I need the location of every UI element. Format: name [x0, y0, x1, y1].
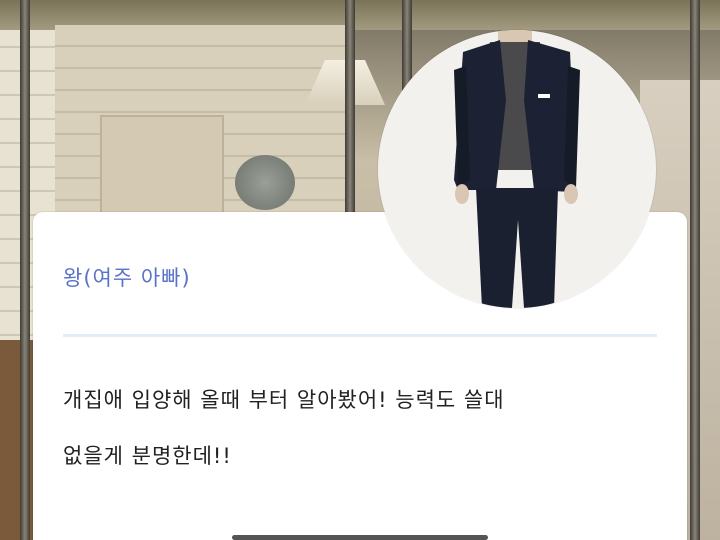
dialogue-line: 없을게 분명한데!!	[63, 444, 232, 468]
speaker-name: 왕(여주 아빠)	[63, 266, 191, 290]
character-portrait	[378, 30, 656, 308]
home-indicator	[232, 535, 488, 540]
bed-post	[690, 0, 700, 540]
dialogue-line: 개집애 입양해 올때 부터 알아봤어! 능력도 쓸대	[63, 388, 505, 412]
bed-post	[20, 0, 30, 540]
dialogue-divider	[63, 334, 657, 337]
background-vase	[235, 155, 295, 210]
dialogue-text: 개집애 입양해 올때 부터 알아봤어! 능력도 쓸대 없을게 분명한데!!	[63, 372, 653, 484]
suited-man-portrait-icon	[454, 30, 580, 308]
game-scene: 왕(여주 아빠) 개집애 입양해 올때 부터 알아봤어! 능력도 쓸대 없을게 …	[0, 0, 720, 540]
